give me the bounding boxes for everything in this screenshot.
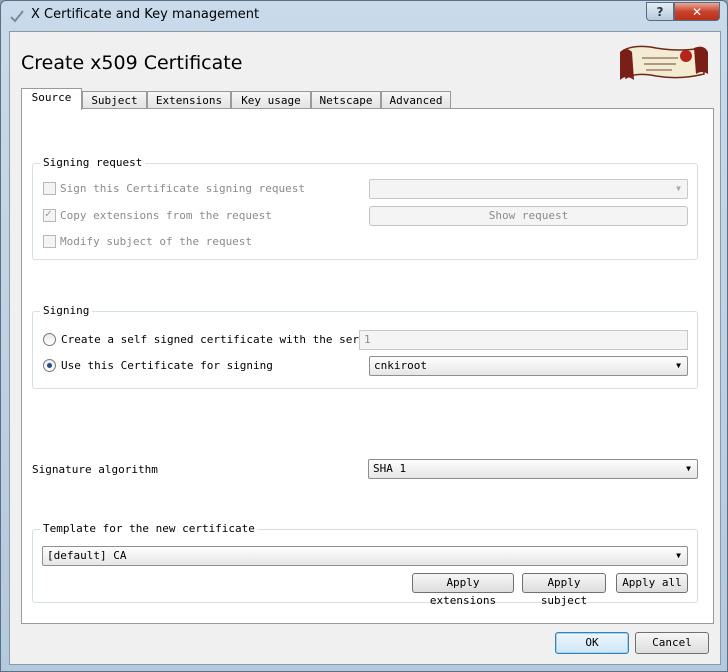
tab-source[interactable]: Source [21,88,82,110]
radio-selected-dot [47,363,52,368]
sign-csr-checkbox[interactable] [43,182,56,195]
tab-subject[interactable]: Subject [82,91,147,109]
combo-value: cnkiroot [374,359,427,372]
csr-select[interactable]: ▼ [369,179,688,199]
tab-extensions[interactable]: Extensions [147,91,231,109]
serial-input[interactable]: 1 [359,330,688,350]
template-group: Template for the new certificate [defaul… [32,522,698,607]
modify-subject-label: Modify subject of the request [60,235,253,248]
show-request-button[interactable]: Show request [369,206,688,226]
group-title: Signing [40,304,93,317]
tab-netscape[interactable]: Netscape [311,91,381,109]
signature-algorithm-select[interactable]: SHA 1 ▼ [368,459,698,479]
tab-label: Key usage [241,94,301,107]
self-signed-radio[interactable] [43,333,56,346]
apply-all-button[interactable]: Apply all [616,573,688,593]
chevron-down-icon: ▼ [686,464,691,473]
help-button[interactable]: ? [646,2,674,21]
chevron-down-icon: ▼ [676,184,681,193]
checkmark-icon: ✓ [45,207,52,220]
signing-request-group: Signing request Sign this Certificate si… [32,156,698,260]
apply-extensions-button[interactable]: Apply extensions [412,573,514,607]
tab-label: Netscape [319,94,373,107]
window-title: X Certificate and Key management [31,7,260,22]
tab-label: Subject [91,94,138,107]
copy-extensions-checkbox[interactable]: ✓ [43,207,56,222]
sign-csr-label: Sign this Certificate signing request [60,182,306,195]
group-title: Signing request [40,156,146,169]
use-cert-radio[interactable] [43,359,56,372]
chevron-down-icon: ▼ [676,361,681,370]
template-select[interactable]: [default] CA ▼ [42,546,688,566]
dialog-client: Create x509 Certificate Source Subject E… [9,31,721,665]
cancel-button[interactable]: Cancel [635,632,709,654]
combo-value: [default] CA [47,549,127,562]
tab-label: Advanced [389,94,443,107]
use-cert-label: Use this Certificate for signing [61,359,273,372]
tab-label: Source [31,91,72,104]
combo-value: SHA 1 [373,462,407,475]
page-title: Create x509 Certificate [21,52,243,74]
chevron-down-icon: ▼ [676,551,681,560]
help-icon: ? [656,4,664,19]
tab-key-usage[interactable]: Key usage [231,91,311,109]
source-tab-panel: Signing request Sign this Certificate si… [21,108,714,624]
close-icon: ✕ [691,4,703,19]
close-button[interactable]: ✕ [674,2,720,21]
self-signed-label: Create a self signed certificate with th… [61,333,379,346]
tab-label: Extensions [155,94,223,107]
apply-subject-button[interactable]: Apply subject [522,573,606,607]
certificate-check-icon [10,10,24,23]
tab-advanced[interactable]: Advanced [381,91,451,109]
signing-cert-select[interactable]: cnkiroot ▼ [369,356,688,376]
xca-scroll-logo [620,45,708,80]
copy-extensions-label: Copy extensions from the request [60,209,272,222]
group-title: Template for the new certificate [40,522,258,535]
signature-algorithm-label: Signature algorithm [32,463,158,476]
dialog-window: X Certificate and Key management ? ✕ Cre… [0,0,728,672]
ok-button[interactable]: OK [555,632,629,654]
title-bar[interactable]: X Certificate and Key management ? ✕ [1,1,727,31]
modify-subject-checkbox[interactable] [43,235,56,248]
signing-group: Signing Create a self signed certificate… [32,304,698,389]
